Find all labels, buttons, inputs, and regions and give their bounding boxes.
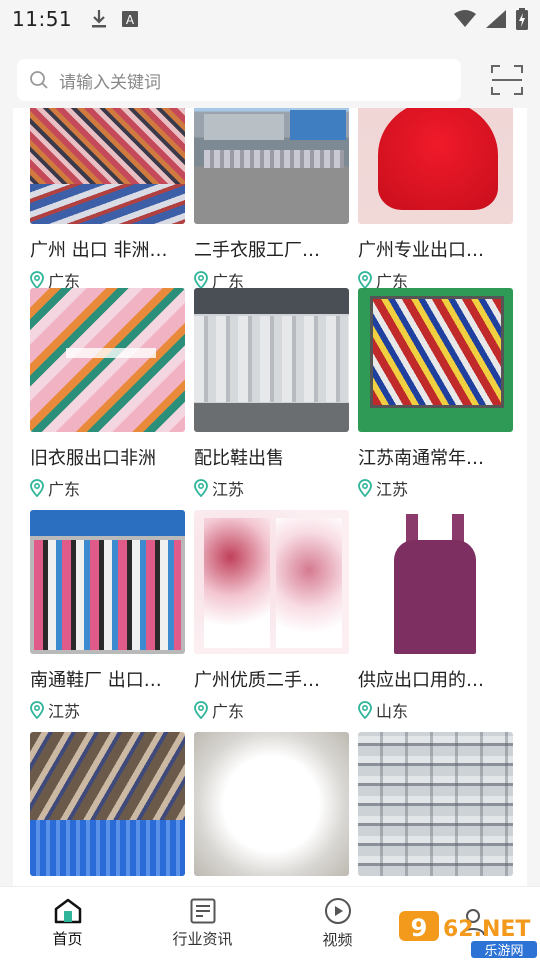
wifi-icon <box>454 10 476 27</box>
product-title: 供应出口用的… <box>358 670 484 691</box>
tab-video[interactable]: 视频 <box>270 887 405 960</box>
tab-news-label: 行业资讯 <box>172 930 233 948</box>
location-pin-icon <box>30 701 44 719</box>
product-item[interactable]: 旧衣服出口非洲 广东 <box>30 288 185 500</box>
product-image <box>358 732 513 876</box>
product-location: 山东 <box>358 698 513 722</box>
product-title: 二手衣服工厂… <box>194 240 320 261</box>
location-pin-icon <box>194 271 208 289</box>
video-play-icon <box>324 898 351 924</box>
product-location: 广东 <box>194 698 349 722</box>
product-title: 配比鞋出售 <box>194 448 284 469</box>
product-title: 南通鞋厂 出口… <box>30 670 162 691</box>
search-placeholder: 请输入关键词 <box>59 72 161 93</box>
product-location: 江苏 <box>194 476 349 500</box>
product-image <box>30 288 185 432</box>
status-time: 11:51 <box>12 7 73 31</box>
scan-icon[interactable] <box>491 64 523 96</box>
news-icon <box>190 898 215 924</box>
svg-text:62.NET: 62.NET <box>443 917 530 942</box>
product-location: 广东 <box>30 476 185 500</box>
product-item[interactable]: 广州 出口 非洲… 广东 <box>30 108 185 292</box>
product-item[interactable]: 江苏南通常年… 江苏 <box>358 288 513 500</box>
product-image <box>30 510 185 654</box>
product-location-text: 山东 <box>376 702 409 721</box>
location-pin-icon <box>358 271 372 289</box>
product-image <box>30 108 185 224</box>
product-image <box>194 510 349 654</box>
tab-home[interactable]: 首页 <box>0 887 135 960</box>
product-title: 江苏南通常年… <box>358 448 484 469</box>
product-item[interactable]: 供应出口用的… 山东 <box>358 510 513 722</box>
product-item[interactable] <box>194 732 349 876</box>
product-item[interactable]: 二手衣服工厂… 广东 <box>194 108 349 292</box>
location-pin-icon <box>30 271 44 289</box>
home-icon <box>54 898 81 924</box>
product-title: 广州专业出口… <box>358 240 484 261</box>
product-item[interactable] <box>358 732 513 876</box>
status-bar: 11:51 A <box>0 0 540 38</box>
product-location-text: 江苏 <box>212 480 245 499</box>
product-location: 江苏 <box>358 476 513 500</box>
product-item[interactable]: 配比鞋出售 江苏 <box>194 288 349 500</box>
product-image <box>358 288 513 432</box>
font-icon: A <box>122 11 139 27</box>
product-item[interactable]: 南通鞋厂 出口… 江苏 <box>30 510 185 722</box>
product-image <box>194 108 349 224</box>
signal-icon <box>486 10 506 28</box>
product-location-text: 江苏 <box>376 480 409 499</box>
product-grid-container[interactable]: 广州 出口 非洲… 广东 二手衣服工厂… 广东 广州专业出口… 广东 旧衣服出口… <box>13 108 527 886</box>
location-pin-icon <box>30 479 44 497</box>
location-pin-icon <box>358 479 372 497</box>
product-image <box>358 108 513 224</box>
product-location-text: 广东 <box>48 480 81 499</box>
product-location-text: 广东 <box>212 702 245 721</box>
product-item[interactable]: 广州优质二手… 广东 <box>194 510 349 722</box>
product-image <box>194 732 349 876</box>
location-pin-icon <box>194 479 208 497</box>
product-image <box>194 288 349 432</box>
search-input[interactable]: 请输入关键词 <box>17 59 461 101</box>
product-title: 旧衣服出口非洲 <box>30 448 156 469</box>
svg-text:乐游网: 乐游网 <box>484 944 523 959</box>
product-title: 广州优质二手… <box>194 670 320 691</box>
product-image <box>30 732 185 876</box>
svg-text:9: 9 <box>411 914 428 942</box>
product-location-text: 江苏 <box>48 702 81 721</box>
product-item[interactable] <box>30 732 185 876</box>
product-title: 广州 出口 非洲… <box>30 240 168 261</box>
search-row: 请输入关键词 <box>0 50 540 108</box>
product-item[interactable]: 广州专业出口… 广东 <box>358 108 513 292</box>
download-icon <box>92 10 107 28</box>
location-pin-icon <box>194 701 208 719</box>
tab-news[interactable]: 行业资讯 <box>135 887 270 960</box>
search-icon <box>30 71 48 89</box>
location-pin-icon <box>358 701 372 719</box>
product-image <box>358 510 513 654</box>
watermark-logo: 9 62.NET 乐游网 <box>398 908 540 960</box>
battery-icon <box>516 8 528 30</box>
svg-text:A: A <box>126 13 135 27</box>
tab-home-label: 首页 <box>52 930 83 948</box>
tab-video-label: 视频 <box>322 931 353 949</box>
product-location: 江苏 <box>30 698 185 722</box>
